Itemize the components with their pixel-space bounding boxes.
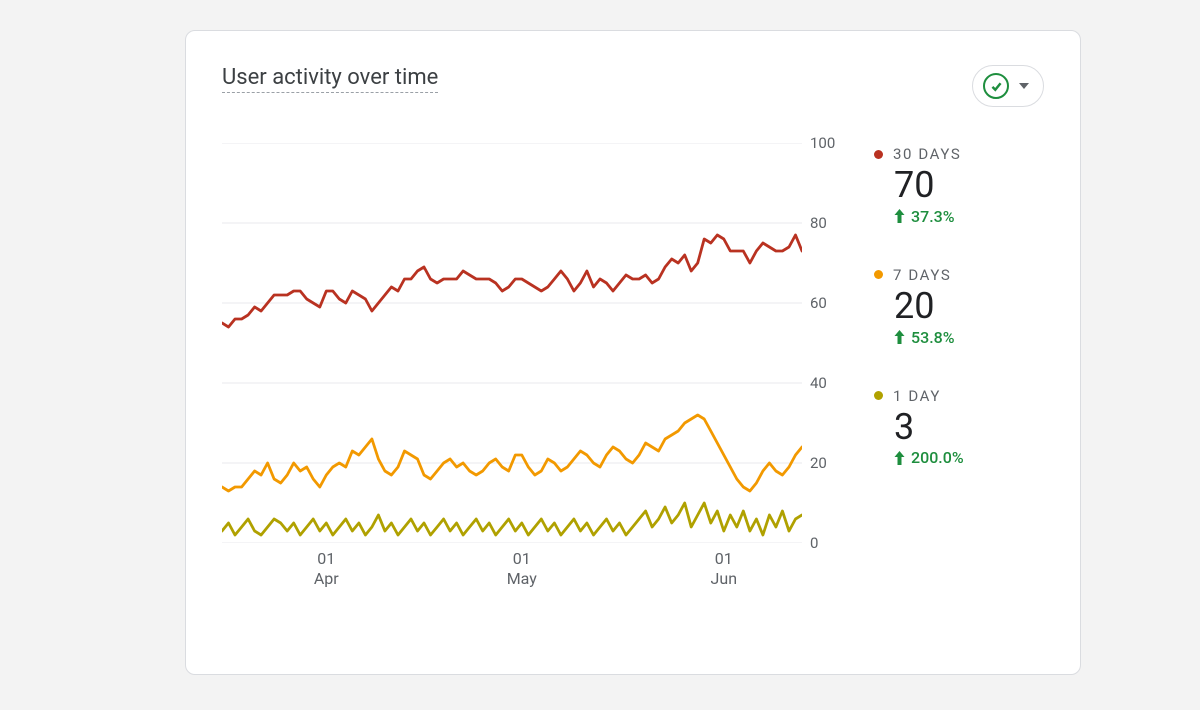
legend-delta: 200.0% — [894, 448, 964, 467]
x-tick-label: 01Jun — [711, 549, 737, 589]
legend-head: 1 DAY — [874, 387, 964, 405]
legend-delta-text: 200.0% — [911, 448, 964, 467]
y-tick-label: 40 — [810, 374, 827, 392]
y-tick-label: 60 — [810, 294, 827, 312]
legend-label: 7 DAYS — [893, 266, 951, 284]
legend-head: 7 DAYS — [874, 266, 964, 284]
legend-dot — [874, 391, 883, 400]
legend-value: 3 — [894, 409, 964, 447]
user-activity-card: User activity over time 0 20 40 60 80 100 01A… — [185, 30, 1081, 675]
card-header: User activity over time — [222, 65, 1044, 107]
legend-delta-text: 53.8% — [911, 328, 955, 347]
arrow-up-icon — [894, 330, 905, 344]
series-line — [222, 415, 802, 491]
card-title: User activity over time — [222, 65, 438, 93]
chart-svg — [222, 143, 802, 543]
legend-head: 30 DAYS — [874, 145, 964, 163]
legend-delta: 37.3% — [894, 207, 964, 226]
x-tick-label: 01May — [507, 549, 537, 589]
legend-delta-text: 37.3% — [911, 207, 955, 226]
legend-label: 30 DAYS — [893, 145, 961, 163]
gridlines — [222, 143, 802, 543]
legend-value: 20 — [894, 288, 964, 326]
y-tick-label: 0 — [810, 534, 818, 552]
legend-dot — [874, 150, 883, 159]
series-line — [222, 235, 802, 327]
arrow-up-icon — [894, 209, 905, 223]
x-tick-label: 01Apr — [314, 549, 339, 589]
series-lines — [222, 235, 802, 535]
legend-item-1-day[interactable]: 1 DAY 3 200.0% — [874, 387, 964, 468]
legend-value: 70 — [894, 167, 964, 205]
status-dropdown-button[interactable] — [972, 65, 1044, 107]
legend: 30 DAYS 70 37.3% 7 DAYS 20 — [874, 143, 964, 623]
legend-label: 1 DAY — [893, 387, 941, 405]
chart-row: 020406080100 01Apr01May01Jun 30 DAYS 70 … — [222, 143, 1044, 623]
chevron-down-icon — [1019, 83, 1029, 89]
legend-item-30-days[interactable]: 30 DAYS 70 37.3% — [874, 145, 964, 226]
y-tick-label: 100 — [810, 134, 835, 152]
legend-delta: 53.8% — [894, 328, 964, 347]
chart-plot-area: 020406080100 01Apr01May01Jun — [222, 143, 836, 623]
series-line — [222, 503, 802, 535]
legend-dot — [874, 270, 883, 279]
arrow-up-icon — [894, 451, 905, 465]
legend-item-7-days[interactable]: 7 DAYS 20 53.8% — [874, 266, 964, 347]
check-circle-icon — [983, 73, 1009, 99]
y-tick-label: 20 — [810, 454, 827, 472]
y-tick-label: 80 — [810, 214, 827, 232]
